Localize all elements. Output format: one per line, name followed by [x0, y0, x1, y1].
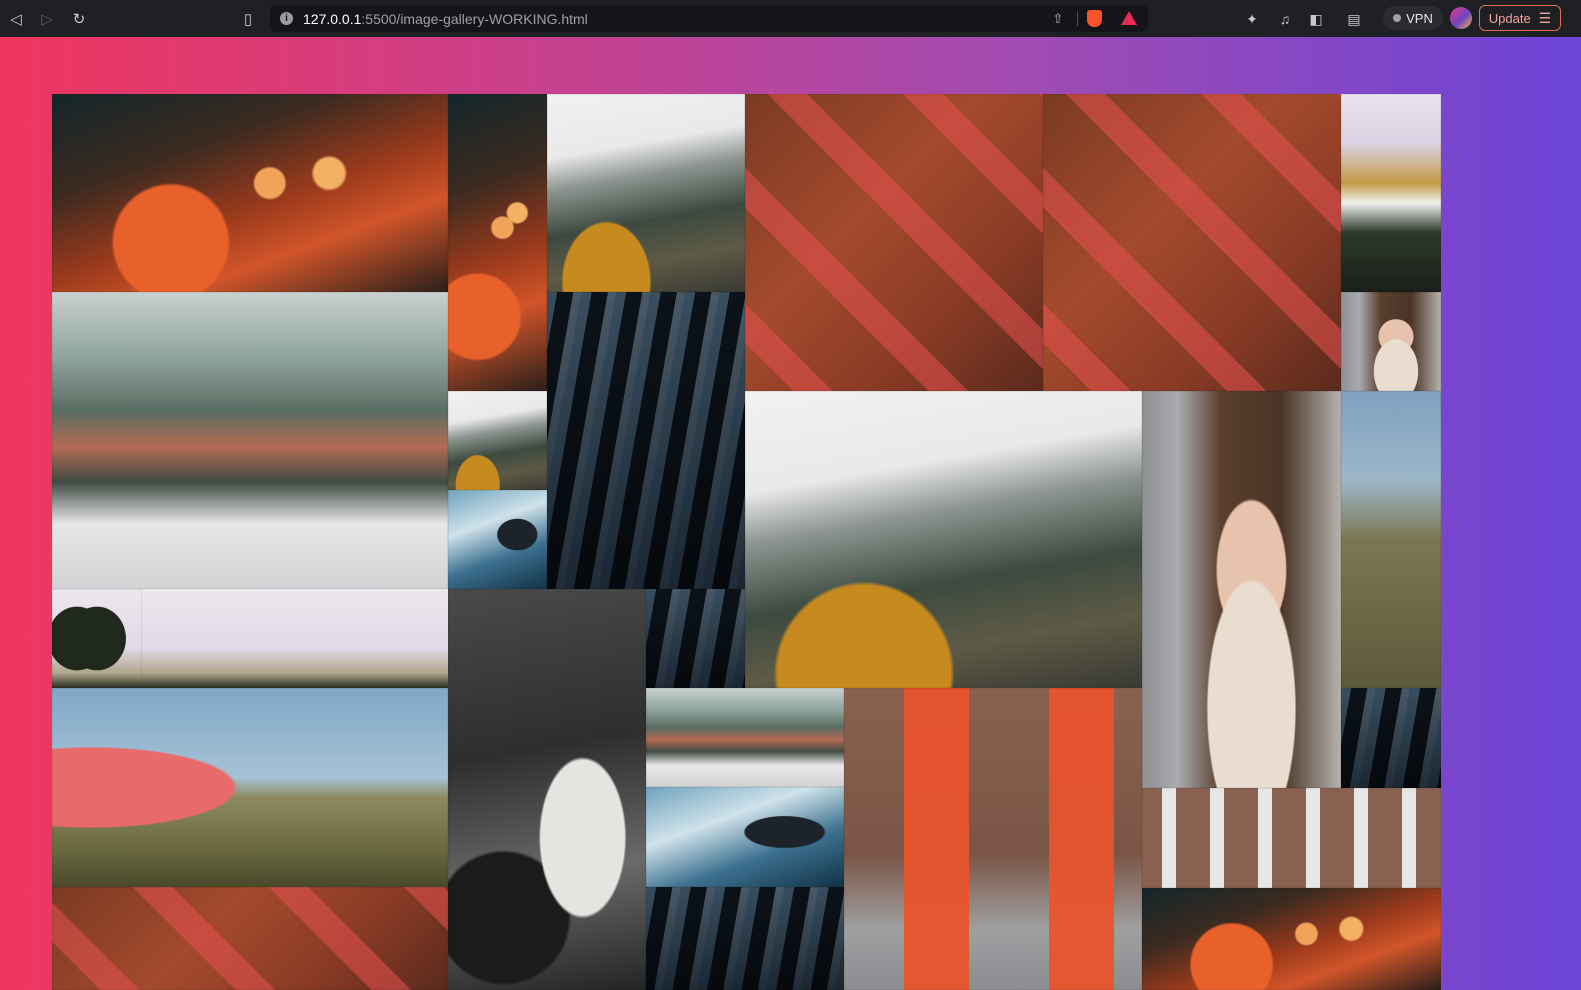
gallery-image-mountain-tiny[interactable] [448, 391, 547, 490]
wallet-icon[interactable]: ▤ [1344, 9, 1364, 29]
gallery-image-forest-small[interactable] [646, 688, 844, 787]
image-gallery [52, 94, 1441, 990]
gallery-image-mountain-small-top[interactable] [547, 94, 745, 292]
share-icon[interactable]: ⇧ [1048, 9, 1068, 29]
gallery-image-smoke-medium[interactable] [646, 787, 844, 887]
reload-icon[interactable]: ↻ [69, 9, 89, 29]
profile-avatar[interactable] [1450, 7, 1472, 29]
update-button[interactable]: Update ☰ [1479, 5, 1561, 31]
gallery-image-brick-shutters-a[interactable] [745, 94, 1043, 391]
browser-toolbar: ◁ ▷ ↻ ▯ i 127.0.0.1:5500/image-gallery-W… [0, 0, 1581, 37]
gallery-image-waffles-slice[interactable] [448, 94, 547, 391]
vpn-label: VPN [1406, 10, 1433, 26]
vpn-button[interactable]: VPN [1383, 6, 1443, 30]
gallery-image-walker-wide[interactable] [52, 688, 448, 887]
gallery-image-book[interactable] [448, 589, 646, 990]
url-text[interactable]: 127.0.0.1:5500/image-gallery-WORKING.htm… [303, 11, 588, 27]
gallery-image-waffles-bottom[interactable] [1142, 888, 1441, 990]
gallery-image-foggy-forest[interactable] [52, 292, 448, 589]
url-host: 127.0.0.1 [303, 11, 362, 27]
gallery-image-brick-shutters-b[interactable] [1043, 94, 1341, 391]
gallery-image-trees-sky[interactable] [52, 589, 448, 688]
gallery-image-lake-house[interactable] [1341, 94, 1441, 292]
media-icon[interactable]: ♫ [1275, 9, 1295, 29]
bookmark-icon[interactable]: ▯ [238, 9, 258, 29]
brave-rewards-icon[interactable] [1121, 11, 1137, 25]
sidebar-icon[interactable]: ◧ [1306, 9, 1326, 29]
address-bar[interactable]: i 127.0.0.1:5500/image-gallery-WORKING.h… [270, 5, 1148, 32]
gallery-image-smoke-small[interactable] [448, 490, 547, 589]
update-label: Update [1488, 10, 1531, 26]
gallery-image-woman-large[interactable] [1142, 391, 1341, 788]
site-info-icon[interactable]: i [280, 12, 293, 25]
gallery-image-tower-small[interactable] [646, 589, 745, 688]
divider [1077, 11, 1078, 26]
gallery-image-tower-right[interactable] [1341, 688, 1441, 788]
back-icon[interactable]: ◁ [6, 9, 26, 29]
extensions-icon[interactable]: ✦ [1242, 9, 1262, 29]
page-background [0, 37, 1581, 990]
gallery-image-walker-slim[interactable] [1341, 391, 1441, 688]
menu-icon: ☰ [1538, 9, 1552, 26]
url-path: :5500/image-gallery-WORKING.html [361, 11, 588, 27]
gallery-image-tower-tall[interactable] [547, 292, 745, 589]
vpn-status-icon [1393, 14, 1402, 22]
gallery-image-mountain-large[interactable] [745, 391, 1142, 688]
gallery-image-tower-bottom[interactable] [646, 887, 844, 990]
gallery-image-fire-station-top[interactable] [1142, 788, 1441, 888]
forward-icon[interactable]: ▷ [37, 9, 57, 29]
gallery-image-woman-small[interactable] [1341, 292, 1441, 391]
brave-shields-icon[interactable] [1087, 10, 1102, 27]
gallery-image-waffles-large[interactable] [52, 94, 448, 292]
gallery-image-fire-station[interactable] [844, 688, 1142, 990]
gallery-image-brick-shutters-c[interactable] [52, 887, 448, 990]
